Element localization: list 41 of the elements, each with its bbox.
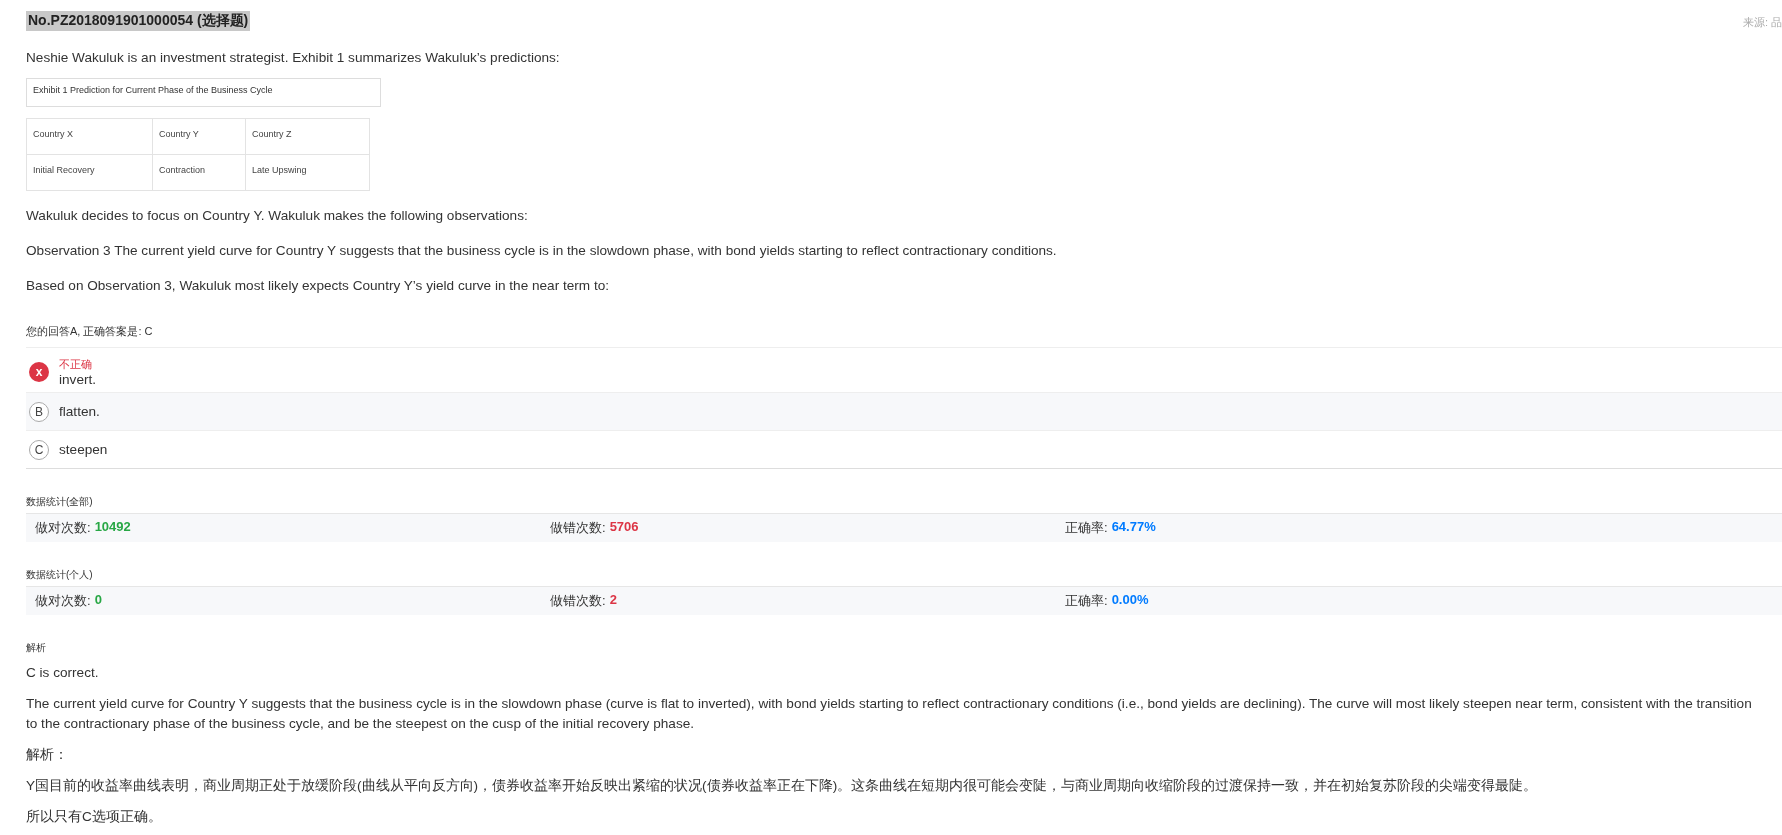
stat-label: 正确率:: [1065, 592, 1108, 610]
analysis-text: C is correct.: [26, 664, 100, 682]
analysis-text: Y国目前的收益率曲线表明，商业周期正处于放缓阶段(曲线从平向反方向)，债券收益率开始反映出紧缩的状况(债券收益率正在下降)。这条曲线在短期内很可能会变陡，与商业周期向收缩阶段的过渡保持一致，并在初始复苏阶段的尖端变得最陡。: [26, 777, 1539, 795]
incorrect-label: 不正确: [59, 357, 93, 372]
stat-label: 做错次数:: [550, 592, 606, 610]
analysis-title: 解析: [26, 641, 47, 655]
stats-title: 数据统计(个人): [26, 568, 94, 582]
option-text[interactable]: steepen: [59, 442, 108, 457]
question-number: No.PZ2018091901000054 (选择题): [26, 11, 251, 31]
stat-label: 做对次数:: [35, 592, 91, 610]
option-marker[interactable]: B: [29, 401, 49, 422]
stat-value: 5706: [609, 519, 639, 536]
stat-value: 0.00%: [1111, 592, 1149, 609]
analysis-text: The current yield curve for Country Y suggests that the business cycle is in the slowdown phase (curve is flat to inverted), with bond yields starting to reflect contractionary conditions (i.e., bond yields are declining). The curve will most likely steepen near term, consistent with the transition to the contractionary phase of the business cycle, and be the steepest on the cusp of the initial recovery phase.: [26, 695, 1753, 733]
table-cell: Late Upswing: [245, 154, 370, 191]
stat-label: 做错次数:: [550, 519, 606, 537]
table-cell: Contraction: [152, 154, 246, 191]
exhibit-caption: Exhibit 1 Prediction for Current Phase of the Business Cycle: [26, 78, 381, 107]
option-text[interactable]: invert.: [59, 372, 97, 387]
answer-summary: 您的回答A, 正确答案是: C: [26, 324, 1782, 348]
analysis-text: 解析：: [26, 746, 69, 764]
stat-value: 64.77%: [1111, 519, 1156, 536]
table-cell: Country Y: [152, 118, 246, 155]
source-label: 来源: 品: [1742, 14, 1782, 30]
stats-title: 数据统计(全部): [26, 495, 94, 509]
question-text: Observation 3 The current yield curve for Country Y suggests that the business cycle is in the slowdown phase, with bond yields starting to reflect contractionary conditions.: [26, 242, 1058, 260]
stat-label: 正确率:: [1065, 519, 1108, 537]
question-text: Wakuluk decides to focus on Country Y. Wakuluk makes the following observations:: [26, 207, 529, 225]
stat-value: 2: [609, 592, 617, 609]
option-marker[interactable]: C: [29, 439, 49, 460]
table-cell: Country Z: [245, 118, 370, 155]
question-text: Based on Observation 3, Wakuluk most likely expects Country Y’s yield curve in the near term to:: [26, 277, 611, 295]
stat-value: 0: [94, 592, 102, 609]
question-text: Neshie Wakuluk is an investment strategist. Exhibit 1 summarizes Wakuluk’s predictions:: [26, 49, 561, 67]
table-cell: Country X: [26, 118, 153, 155]
stat-value: 10492: [94, 519, 131, 536]
analysis-text: 所以只有C选项正确。: [26, 808, 163, 826]
stat-label: 做对次数:: [35, 519, 91, 537]
option-text[interactable]: flatten.: [59, 404, 100, 419]
table-cell: Initial Recovery: [26, 154, 153, 191]
option-marker[interactable]: x: [29, 362, 49, 382]
